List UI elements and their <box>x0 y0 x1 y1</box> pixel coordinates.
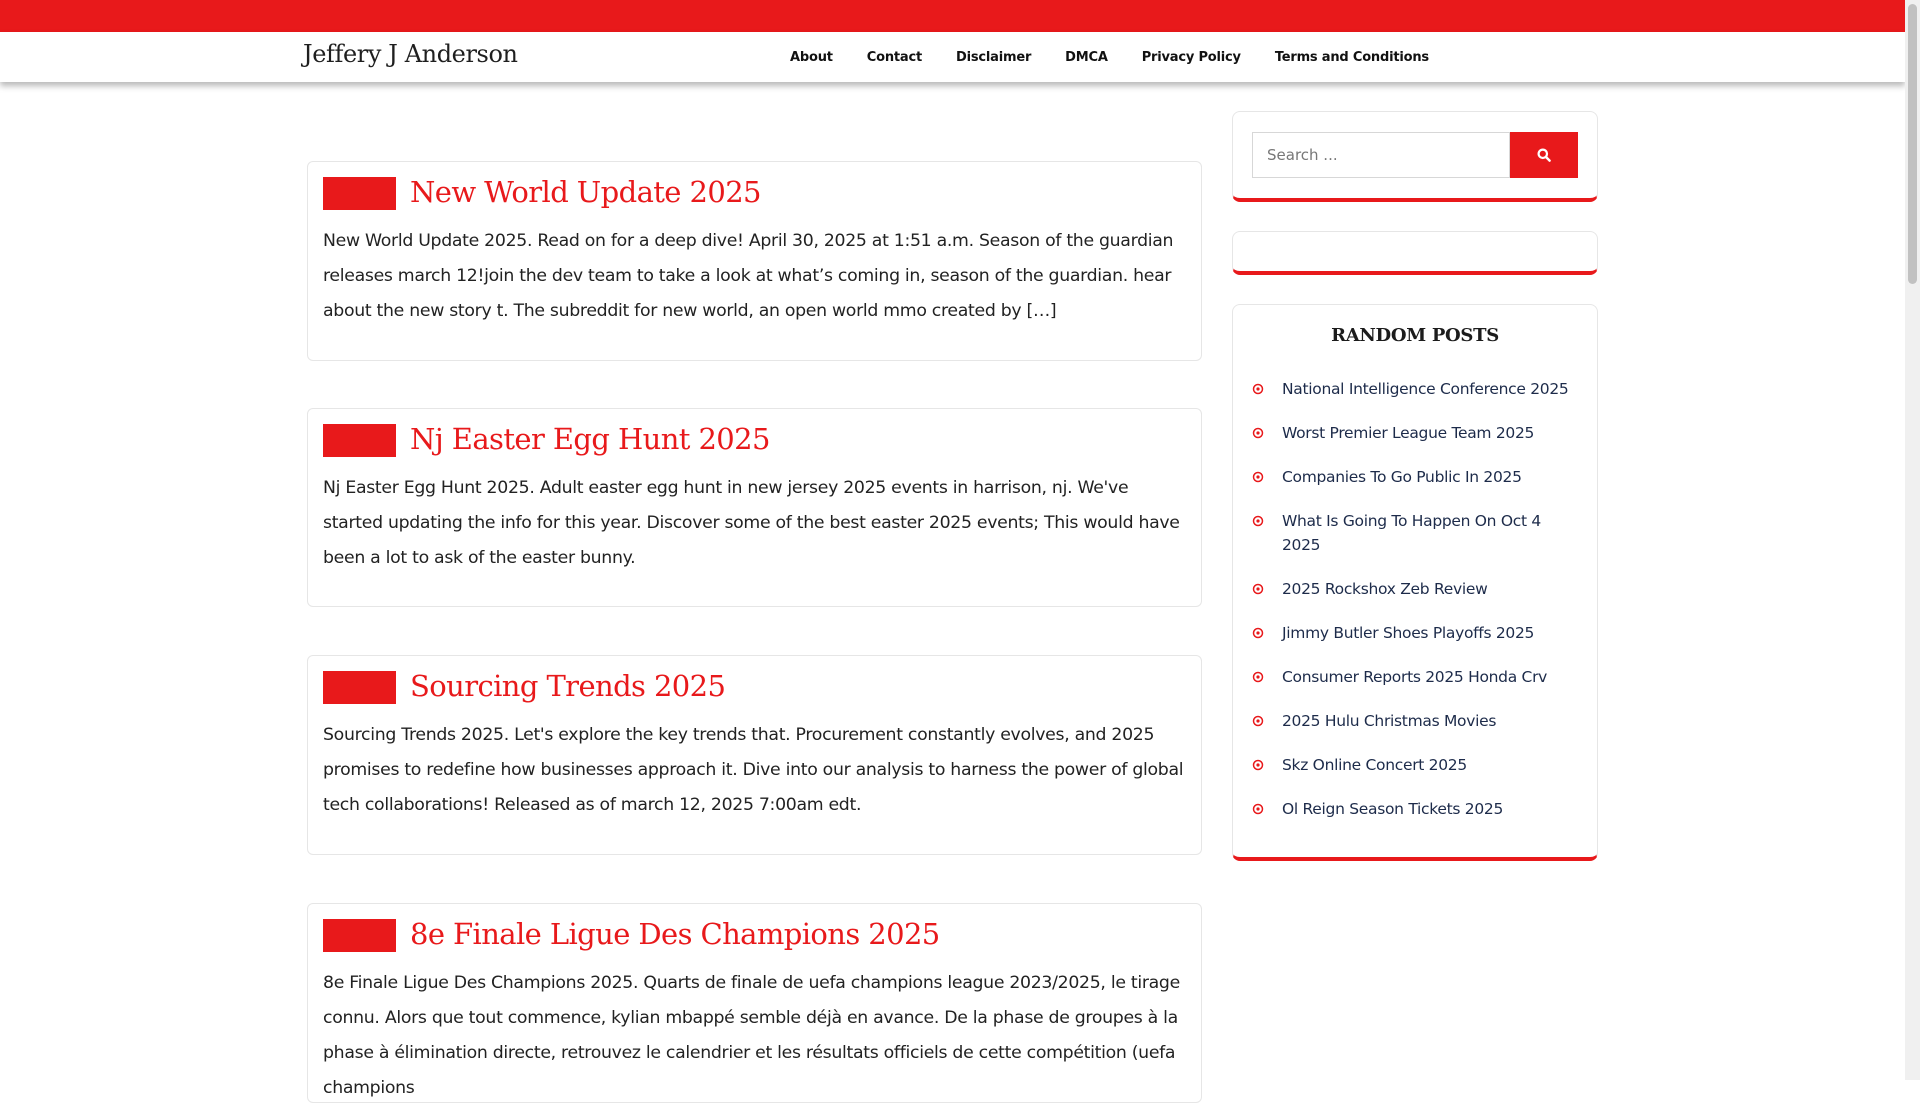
list-item: Companies To Go Public In 2025 <box>1252 465 1582 489</box>
widget-title: RANDOM POSTS <box>1331 325 1499 346</box>
list-item: Skz Online Concert 2025 <box>1252 753 1582 777</box>
main-nav: About Contact Disclaimer DMCA Privacy Po… <box>790 32 1463 82</box>
random-post-link[interactable]: National Intelligence Conference 2025 <box>1282 380 1569 398</box>
bullet-icon <box>1252 712 1264 731</box>
nav-item-disclaimer[interactable]: Disclaimer <box>956 50 1031 65</box>
random-post-link[interactable]: 2025 Rockshox Zeb Review <box>1282 580 1488 598</box>
post-card: 8e Finale Ligue Des Champions 2025 8e Fi… <box>307 903 1202 1103</box>
search-button[interactable] <box>1510 132 1578 178</box>
post-excerpt: Nj Easter Egg Hunt 2025. Adult easter eg… <box>323 478 1180 568</box>
search-widget <box>1232 111 1598 202</box>
random-post-link[interactable]: Worst Premier League Team 2025 <box>1282 424 1534 442</box>
scrollbar-thumb[interactable] <box>1908 4 1917 284</box>
list-item: Ol Reign Season Tickets 2025 <box>1252 797 1582 821</box>
list-item: Consumer Reports 2025 Honda Crv <box>1252 665 1582 689</box>
post-card: Nj Easter Egg Hunt 2025 Nj Easter Egg Hu… <box>307 408 1202 607</box>
list-item: Jimmy Butler Shoes Playoffs 2025 <box>1252 621 1582 645</box>
post-title[interactable]: Nj Easter Egg Hunt 2025 <box>410 422 770 456</box>
random-post-link[interactable]: 2025 Hulu Christmas Movies <box>1282 712 1496 730</box>
empty-widget <box>1232 231 1598 275</box>
search-input[interactable] <box>1252 132 1510 178</box>
bullet-icon <box>1252 580 1264 599</box>
top-accent-bar <box>0 0 1905 32</box>
post-excerpt: New World Update 2025. Read on for a dee… <box>323 231 1174 321</box>
post-category-tag[interactable] <box>323 424 396 457</box>
random-post-link[interactable]: Jimmy Butler Shoes Playoffs 2025 <box>1282 624 1534 642</box>
random-post-link[interactable]: Skz Online Concert 2025 <box>1282 756 1467 774</box>
site-header: Jeffery J Anderson About Contact Disclai… <box>0 32 1905 82</box>
post-category-tag[interactable] <box>323 177 396 210</box>
bullet-icon <box>1252 624 1264 643</box>
bullet-icon <box>1252 380 1264 399</box>
post-title[interactable]: 8e Finale Ligue Des Champions 2025 <box>410 917 940 951</box>
list-item: 2025 Rockshox Zeb Review <box>1252 577 1582 601</box>
nav-item-about[interactable]: About <box>790 50 833 65</box>
nav-item-dmca[interactable]: DMCA <box>1065 50 1108 65</box>
random-posts-list: National Intelligence Conference 2025 Wo… <box>1252 377 1582 841</box>
nav-item-terms[interactable]: Terms and Conditions <box>1275 50 1429 65</box>
post-category-tag[interactable] <box>323 671 396 704</box>
bullet-icon <box>1252 424 1264 443</box>
post-card: New World Update 2025 New World Update 2… <box>307 161 1202 361</box>
bullet-icon <box>1252 756 1264 775</box>
list-item: National Intelligence Conference 2025 <box>1252 377 1582 401</box>
random-post-link[interactable]: Companies To Go Public In 2025 <box>1282 468 1522 486</box>
post-title[interactable]: New World Update 2025 <box>410 175 762 209</box>
post-card: Sourcing Trends 2025 Sourcing Trends 202… <box>307 655 1202 855</box>
post-category-tag[interactable] <box>323 919 396 952</box>
list-item: What Is Going To Happen On Oct 4 2025 <box>1252 509 1582 557</box>
bullet-icon <box>1252 668 1264 687</box>
bullet-icon <box>1252 512 1264 531</box>
random-post-link[interactable]: What Is Going To Happen On Oct 4 2025 <box>1282 512 1541 554</box>
post-title[interactable]: Sourcing Trends 2025 <box>410 669 726 703</box>
random-post-link[interactable]: Ol Reign Season Tickets 2025 <box>1282 800 1503 818</box>
post-excerpt: Sourcing Trends 2025. Let's explore the … <box>323 725 1184 815</box>
list-item: 2025 Hulu Christmas Movies <box>1252 709 1582 733</box>
bullet-icon <box>1252 800 1264 819</box>
random-post-link[interactable]: Consumer Reports 2025 Honda Crv <box>1282 668 1547 686</box>
nav-item-privacy-policy[interactable]: Privacy Policy <box>1142 50 1241 65</box>
page-scrollbar[interactable] <box>1905 0 1920 1080</box>
search-icon <box>1537 148 1551 162</box>
list-item: Worst Premier League Team 2025 <box>1252 421 1582 445</box>
bullet-icon <box>1252 468 1264 487</box>
random-posts-widget: RANDOM POSTS National Intelligence Confe… <box>1232 304 1598 861</box>
post-excerpt: 8e Finale Ligue Des Champions 2025. Quar… <box>323 973 1180 1098</box>
nav-item-contact[interactable]: Contact <box>867 50 922 65</box>
site-title[interactable]: Jeffery J Anderson <box>303 40 518 68</box>
